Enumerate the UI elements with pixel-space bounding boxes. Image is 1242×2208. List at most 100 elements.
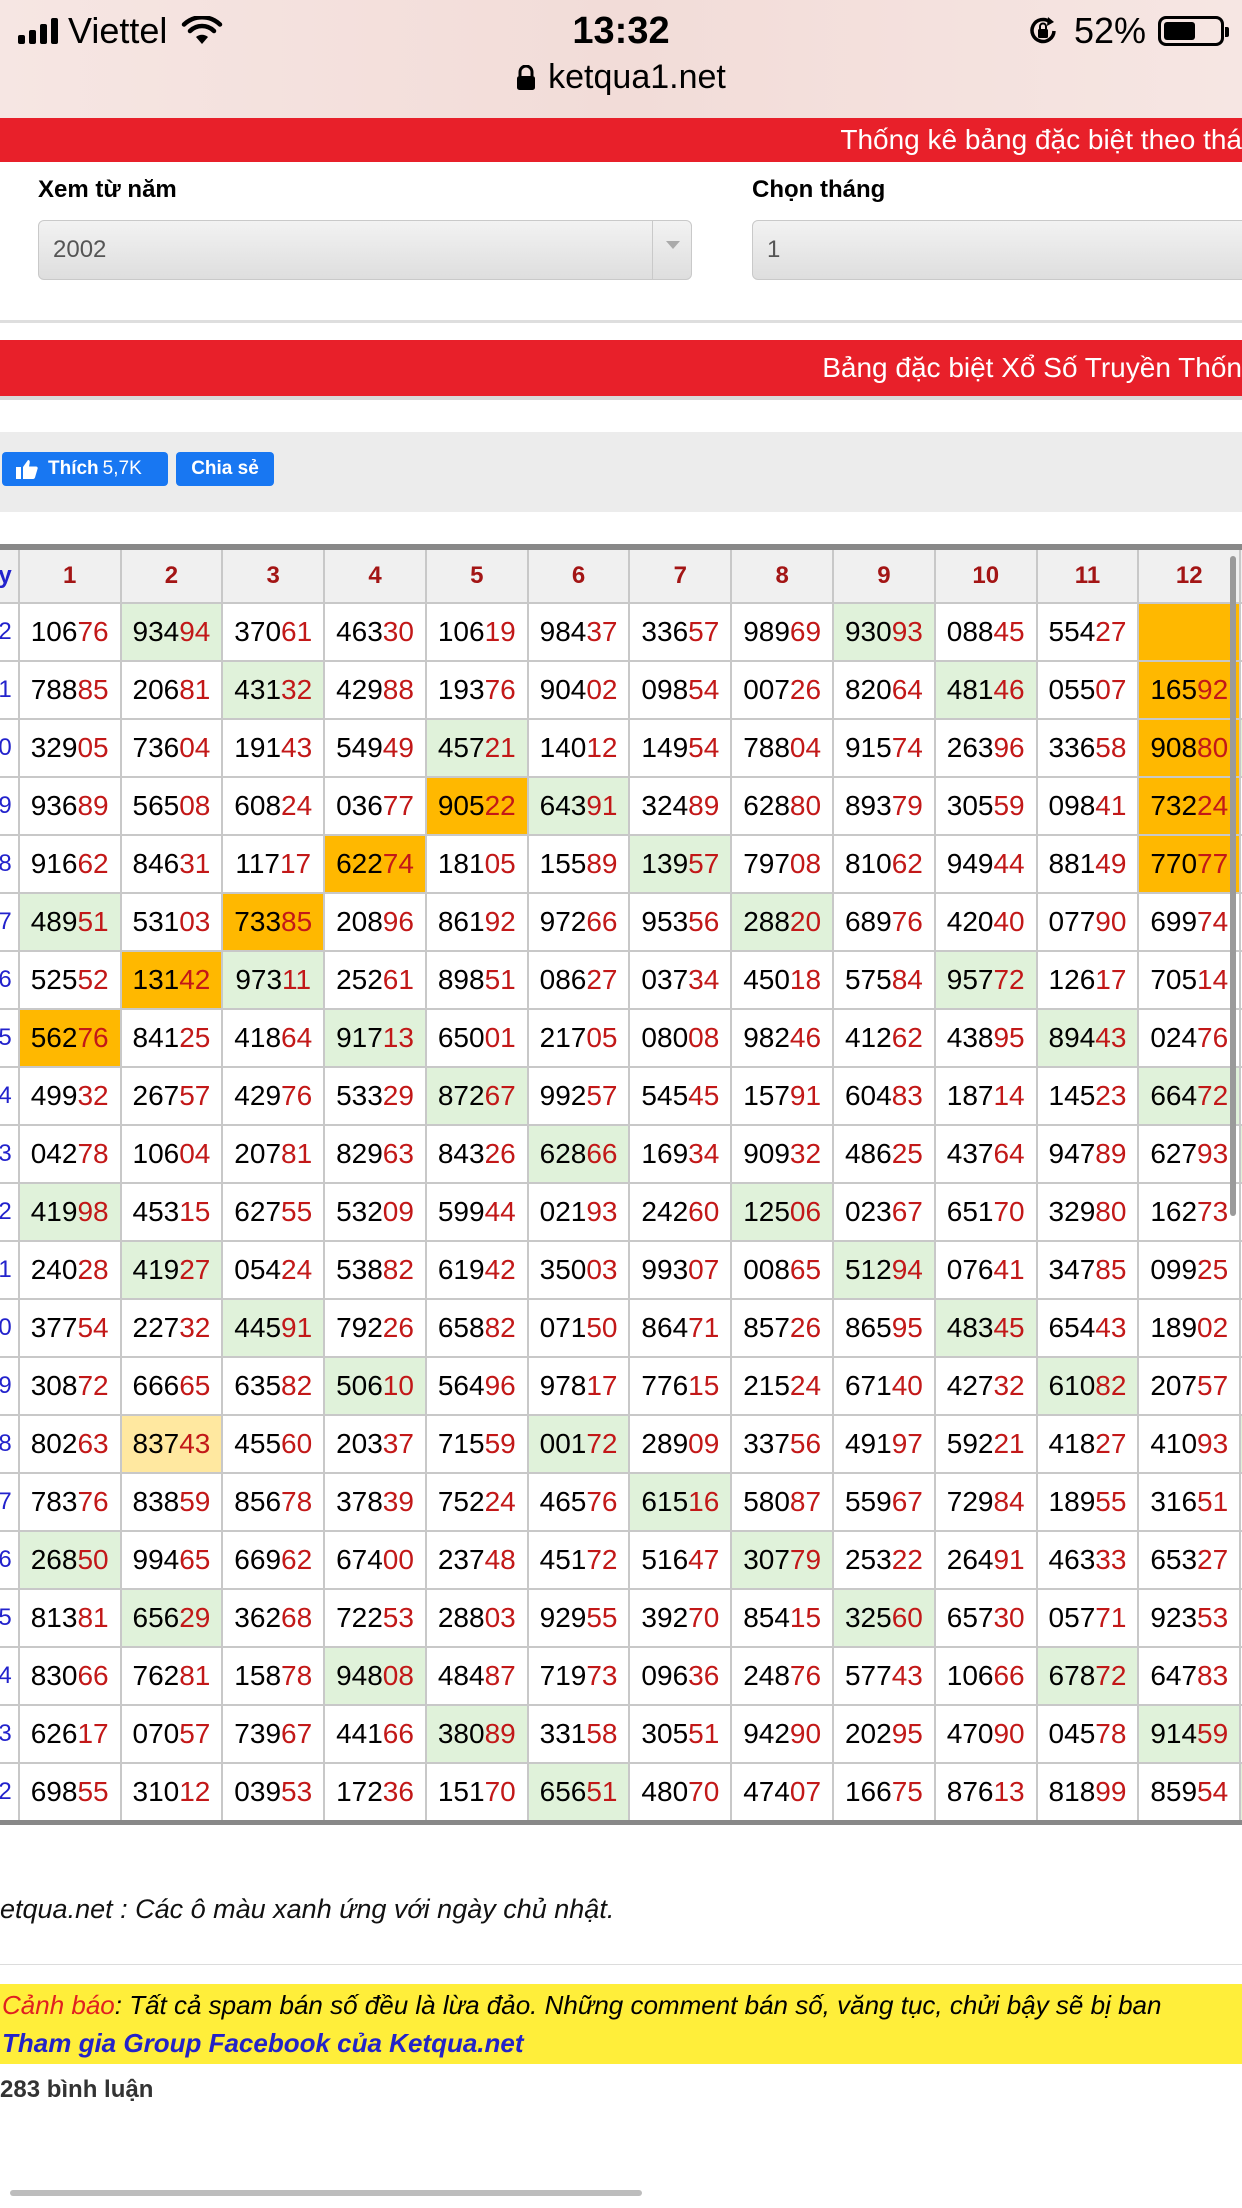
result-cell: 99307: [628, 1240, 733, 1300]
result-cell: 14954: [628, 718, 733, 778]
result-cell: 82963: [323, 1124, 427, 1184]
result-cell: 66962: [221, 1530, 326, 1590]
day-number: 2: [0, 1762, 20, 1825]
result-cell: 07150: [526, 1298, 631, 1358]
facebook-group-link[interactable]: Tham gia Group Facebook của Ketqua.net: [2, 2028, 524, 2059]
result-cell: 37754: [17, 1298, 122, 1358]
result-cell: 45721: [424, 718, 529, 778]
result-cell: 17236: [323, 1762, 427, 1825]
table-row: 9308726666563582506105649697817776152152…: [0, 1356, 1242, 1416]
result-cell: 36268: [221, 1588, 326, 1648]
result-cell: 44591: [221, 1298, 326, 1358]
result-cell: 03734: [628, 950, 733, 1010]
result-cell: 91574: [832, 718, 936, 778]
result-cell: 68976: [832, 892, 936, 952]
result-cell: 63582: [221, 1356, 326, 1416]
result-cell: 16592: [1137, 660, 1242, 720]
day-number: 2: [0, 602, 20, 662]
result-cell: 50610: [323, 1356, 427, 1416]
result-cell: 08627: [526, 950, 631, 1010]
url-bar[interactable]: ketqua1.net: [0, 58, 1242, 97]
result-cell: 44166: [323, 1704, 427, 1764]
month-column-header: 3: [221, 544, 326, 604]
result-cell: 39270: [628, 1588, 733, 1648]
result-cell: 53329: [323, 1066, 427, 1126]
vertical-scrollbar[interactable]: [1230, 556, 1236, 1216]
result-cell: 89379: [832, 776, 936, 836]
result-cell: 19376: [424, 660, 529, 720]
day-number: 1: [0, 1240, 20, 1300]
result-cell: 87267: [424, 1066, 529, 1126]
result-cell: 33657: [628, 602, 733, 662]
result-cell: 98969: [730, 602, 835, 662]
result-cell: 89443: [1035, 1008, 1140, 1068]
result-cell: 48345: [933, 1298, 1038, 1358]
day-number: 3: [0, 1124, 20, 1184]
result-cell: 62880: [730, 776, 835, 836]
result-cell: 13142: [119, 950, 224, 1010]
table-title-banner: Bảng đặc biệt Xổ Số Truyền Thốn: [0, 340, 1242, 400]
result-cell: 90522: [424, 776, 529, 836]
month-column-header: 2: [119, 544, 224, 604]
month-column-header: 1: [17, 544, 122, 604]
day-number: 4: [0, 1646, 20, 1706]
thumbs-up-icon: [16, 460, 38, 479]
result-cell: 07057: [119, 1704, 224, 1764]
filter-panel: Xem từ năm 2002 Chọn tháng 1: [0, 162, 1242, 323]
year-select-value: 2002: [53, 236, 107, 263]
result-cell: 41864: [221, 1008, 326, 1068]
result-cell: 90880: [1137, 718, 1242, 778]
facebook-share-button[interactable]: Chia sẻ: [176, 452, 274, 486]
table-row: 7783768385985678378397522446576615165808…: [0, 1472, 1242, 1532]
result-cell: 12506: [730, 1182, 835, 1242]
day-number: 7: [0, 892, 20, 952]
table-row: 8916628463111717622741810515589139577970…: [0, 834, 1242, 894]
result-cell: 02367: [832, 1182, 936, 1242]
result-cell: 64783: [1137, 1646, 1242, 1706]
result-cell: 59221: [933, 1414, 1038, 1474]
result-cell: 86192: [424, 892, 529, 952]
month-select[interactable]: 1: [752, 220, 1242, 280]
facebook-like-button[interactable]: Thích 5,7K: [2, 452, 168, 486]
result-cell: 20681: [119, 660, 224, 720]
month-select-value: 1: [767, 236, 781, 263]
result-cell: 30872: [17, 1356, 122, 1416]
result-cell: 20295: [832, 1704, 936, 1764]
result-cell: 81062: [832, 834, 936, 894]
result-cell: 09636: [628, 1646, 733, 1706]
result-cell: 42040: [933, 892, 1038, 952]
result-cell: 32980: [1035, 1182, 1140, 1242]
table-row: 2106769349437061463301061998437336579896…: [0, 602, 1242, 662]
battery-icon: [1158, 16, 1229, 46]
result-cell: 67872: [1035, 1646, 1140, 1706]
result-cell: 53882: [323, 1240, 427, 1300]
month-column-header: 6: [526, 544, 631, 604]
table-row: 0377542273244591792266588207150864718572…: [0, 1298, 1242, 1358]
result-cell: 62274: [323, 834, 427, 894]
result-cell: 86471: [628, 1298, 733, 1358]
special-prize-table-container[interactable]: y1234567891011121 2106769349437061463301…: [0, 544, 1242, 1860]
result-cell: 05771: [1035, 1588, 1140, 1648]
result-cell: 22732: [119, 1298, 224, 1358]
result-cell: 76281: [119, 1646, 224, 1706]
year-select[interactable]: 2002: [38, 220, 692, 280]
result-cell: 92955: [526, 1588, 631, 1648]
result-cell: 71973: [526, 1646, 631, 1706]
result-cell: 58087: [730, 1472, 835, 1532]
result-cell: 41998: [17, 1182, 122, 1242]
result-cell: 57584: [832, 950, 936, 1010]
legend-note: etqua.net : Các ô màu xanh ứng với ngày …: [0, 1894, 615, 1924]
result-cell: 24260: [628, 1182, 733, 1242]
result-cell: 99465: [119, 1530, 224, 1590]
result-cell: 81899: [1035, 1762, 1140, 1825]
result-cell: 53103: [119, 892, 224, 952]
result-cell: 46333: [1035, 1530, 1140, 1590]
result-cell: 62793: [1137, 1124, 1242, 1184]
result-cell: 65882: [424, 1298, 529, 1358]
day-number: 6: [0, 1530, 20, 1590]
result-cell: 18902: [1137, 1298, 1242, 1358]
statistics-banner[interactable]: Thống kê bảng đặc biệt theo thá: [0, 118, 1242, 162]
chevron-down-icon: [652, 221, 691, 279]
horizontal-scrollbar[interactable]: [10, 2190, 642, 2196]
day-number: 3: [0, 1704, 20, 1764]
